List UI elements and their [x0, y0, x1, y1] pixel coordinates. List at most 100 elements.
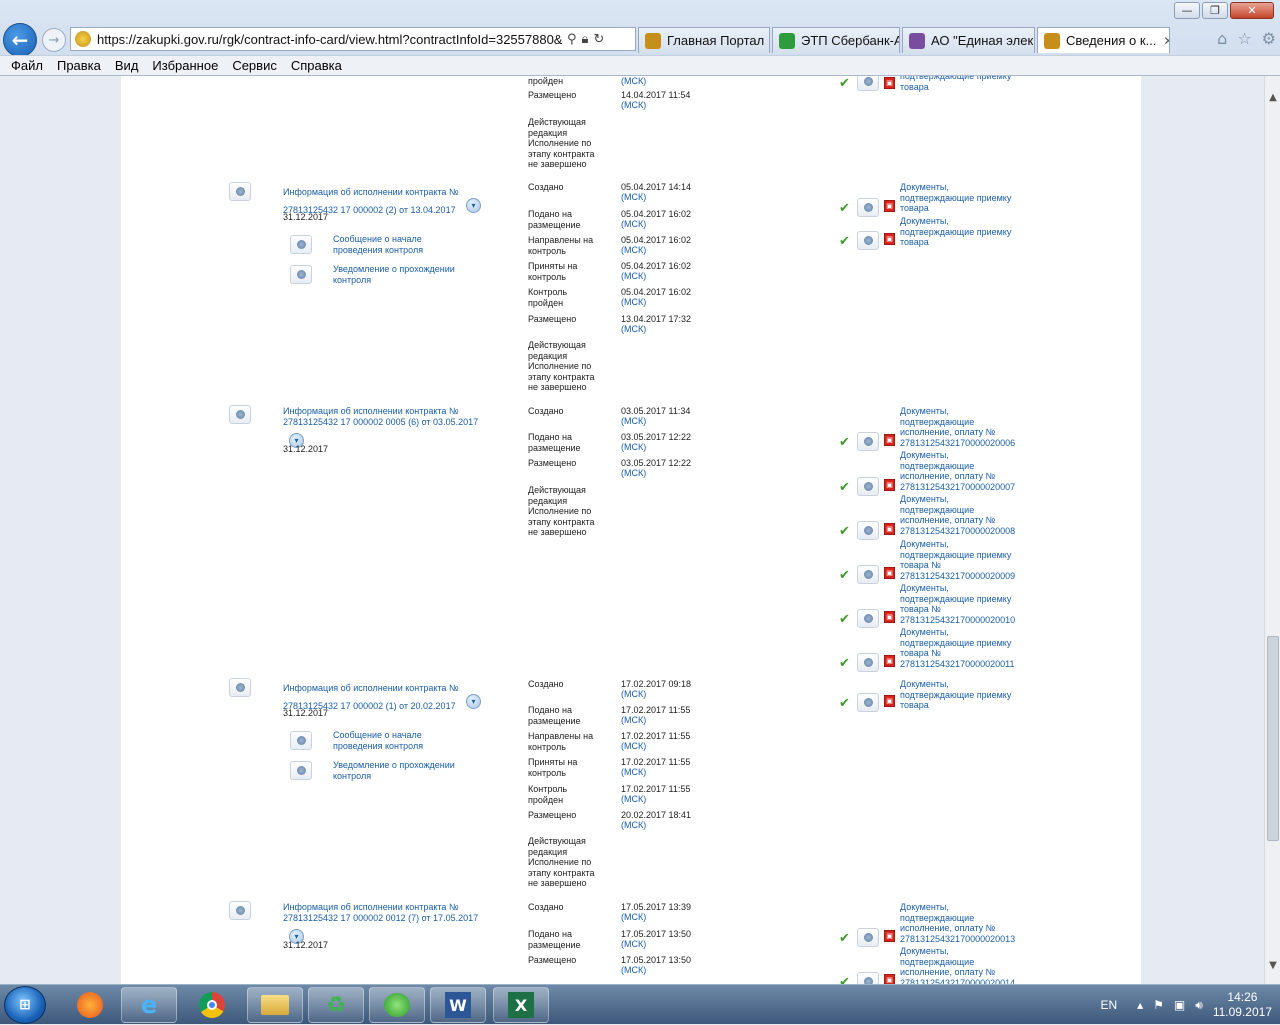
document-link[interactable]: Документы, подтверждающие приемку товара — [900, 216, 1025, 248]
control-notice-link[interactable]: Уведомление о прохождении контроля — [333, 264, 473, 285]
signature-seal-icon[interactable] — [857, 198, 879, 217]
favorites-star-icon[interactable]: ☆ — [1237, 29, 1251, 48]
control-message-link[interactable]: Сообщение о начале проведения контроля — [333, 234, 473, 255]
menu-item[interactable]: Правка — [50, 56, 108, 75]
browser-tab[interactable]: Сведения о к...✕ — [1037, 27, 1170, 53]
signature-seal-icon[interactable] — [857, 521, 879, 540]
signature-seal-icon[interactable] — [857, 231, 879, 250]
tab-close-icon[interactable]: ✕ — [1156, 34, 1169, 48]
pdf-icon[interactable]: ▣ — [884, 233, 895, 245]
document-link[interactable]: подтверждающие приемку товара — [900, 76, 1025, 92]
menu-item[interactable]: Справка — [284, 56, 349, 75]
back-button[interactable]: ← — [3, 23, 37, 57]
url-text[interactable]: https://zakupki.gov.ru/rgk/contract-info… — [97, 32, 562, 47]
internet-explorer-icon[interactable]: e — [121, 987, 177, 1023]
chrome-icon[interactable] — [184, 987, 240, 1023]
control-seal-icon[interactable] — [290, 265, 312, 284]
menu-item[interactable]: Файл — [4, 56, 50, 75]
control-seal-icon[interactable] — [290, 731, 312, 750]
control-seal-icon[interactable] — [290, 761, 312, 780]
pdf-icon[interactable]: ▣ — [884, 77, 895, 89]
network-icon[interactable]: ▣ — [1174, 998, 1185, 1012]
signature-seal-icon[interactable] — [857, 653, 879, 672]
pdf-icon[interactable]: ▣ — [884, 434, 895, 446]
start-button[interactable]: ⊞ — [4, 986, 46, 1024]
pdf-icon[interactable]: ▣ — [884, 200, 895, 212]
control-notice-link[interactable]: Уведомление о прохождении контроля — [333, 760, 473, 781]
signature-seal-icon[interactable] — [857, 76, 879, 91]
expand-chevron-icon[interactable]: ▾ — [466, 198, 481, 213]
signature-seal-icon[interactable] — [857, 609, 879, 628]
check-icon: ✔ — [839, 696, 850, 711]
search-icon[interactable]: ⚲ — [567, 32, 577, 47]
record-title-link[interactable]: Информация об исполнении контракта № 278… — [283, 902, 483, 923]
browser-tab[interactable]: ЭТП Сбербанк-А... — [772, 27, 900, 53]
refresh-icon[interactable]: ↻ — [593, 32, 604, 47]
clock[interactable]: 14:26 11.09.2017 — [1213, 990, 1272, 1020]
menu-item[interactable]: Вид — [108, 56, 146, 75]
pdf-icon[interactable]: ▣ — [884, 930, 895, 942]
explorer-folder-icon[interactable] — [247, 987, 303, 1023]
maximize-button[interactable]: ❐ — [1202, 2, 1228, 19]
signature-seal-icon[interactable] — [857, 565, 879, 584]
expand-chevron-icon[interactable]: ▾ — [466, 694, 481, 709]
document-link[interactable]: Документы, подтверждающие исполнение, оп… — [900, 494, 1025, 536]
chat-app-icon[interactable] — [369, 987, 425, 1023]
recycle-icon[interactable]: ♻ — [308, 987, 364, 1023]
menu-item[interactable]: Избранное — [145, 56, 225, 75]
forward-button[interactable]: → — [42, 28, 66, 52]
document-link[interactable]: Документы, подтверждающие приемку товара… — [900, 627, 1025, 669]
browser-tab[interactable]: АО "Единая элек... — [902, 27, 1035, 53]
document-link[interactable]: Документы, подтверждающие исполнение, оп… — [900, 902, 1025, 944]
record-seal-icon[interactable] — [229, 901, 251, 920]
language-indicator[interactable]: EN — [1100, 998, 1117, 1012]
event-date: 03.05.2017 12:22 — [621, 432, 692, 442]
event-label: Контроль пройден — [528, 287, 568, 308]
signature-seal-icon[interactable] — [857, 928, 879, 947]
document-link[interactable]: Документы, подтверждающие исполнение, оп… — [900, 450, 1025, 492]
record-title-link[interactable]: Информация об исполнении контракта № 278… — [283, 406, 483, 427]
tray-expand-icon[interactable]: ▴ — [1137, 998, 1143, 1012]
action-center-icon[interactable]: ⚑ — [1153, 998, 1164, 1012]
signature-seal-icon[interactable] — [857, 972, 879, 984]
home-icon[interactable]: ⌂ — [1217, 29, 1227, 48]
pdf-icon[interactable]: ▣ — [884, 655, 895, 667]
record-seal-icon[interactable] — [229, 405, 251, 424]
record-seal-icon[interactable] — [229, 182, 251, 201]
pdf-icon[interactable]: ▣ — [884, 523, 895, 535]
pdf-icon[interactable]: ▣ — [884, 479, 895, 491]
firefox-icon[interactable] — [62, 987, 118, 1023]
document-link[interactable]: Документы, подтверждающие исполнение, оп… — [900, 946, 1025, 984]
control-seal-icon[interactable] — [290, 235, 312, 254]
scroll-up-icon[interactable]: ▲ — [1265, 90, 1280, 106]
check-icon: ✔ — [839, 480, 850, 495]
word-icon[interactable]: W — [430, 987, 486, 1023]
volume-icon[interactable]: 🔊︎ — [1195, 998, 1203, 1013]
document-link[interactable]: Документы, подтверждающие приемку товара… — [900, 583, 1025, 625]
signature-seal-icon[interactable] — [857, 432, 879, 451]
excel-icon[interactable]: X — [493, 987, 549, 1023]
signature-seal-icon[interactable] — [857, 477, 879, 496]
document-link[interactable]: Документы, подтверждающие приемку товара… — [900, 539, 1025, 581]
control-message-link[interactable]: Сообщение о начале проведения контроля — [333, 730, 473, 751]
scroll-down-icon[interactable]: ▼ — [1265, 958, 1280, 974]
browser-tab[interactable]: Главная Портал ... — [638, 27, 770, 53]
tab-favicon-icon — [779, 32, 795, 49]
record-seal-icon[interactable] — [229, 678, 251, 697]
document-link[interactable]: Документы, подтверждающие приемку товара — [900, 679, 1025, 711]
lock-icon[interactable]: 🔒︎ — [582, 32, 589, 47]
address-bar[interactable]: https://zakupki.gov.ru/rgk/contract-info… — [70, 27, 636, 51]
menu-item[interactable]: Сервис — [225, 56, 284, 75]
pdf-icon[interactable]: ▣ — [884, 695, 895, 707]
scroll-thumb[interactable] — [1267, 636, 1279, 841]
vertical-scrollbar[interactable]: ▲ ▼ — [1264, 76, 1280, 984]
minimize-button[interactable]: — — [1174, 2, 1200, 19]
document-link[interactable]: Документы, подтверждающие приемку товара — [900, 182, 1025, 214]
close-button[interactable]: ✕ — [1230, 2, 1274, 19]
settings-gear-icon[interactable]: ⚙ — [1262, 29, 1276, 48]
pdf-icon[interactable]: ▣ — [884, 611, 895, 623]
pdf-icon[interactable]: ▣ — [884, 974, 895, 984]
pdf-icon[interactable]: ▣ — [884, 567, 895, 579]
document-link[interactable]: Документы, подтверждающие исполнение, оп… — [900, 406, 1025, 448]
signature-seal-icon[interactable] — [857, 693, 879, 712]
